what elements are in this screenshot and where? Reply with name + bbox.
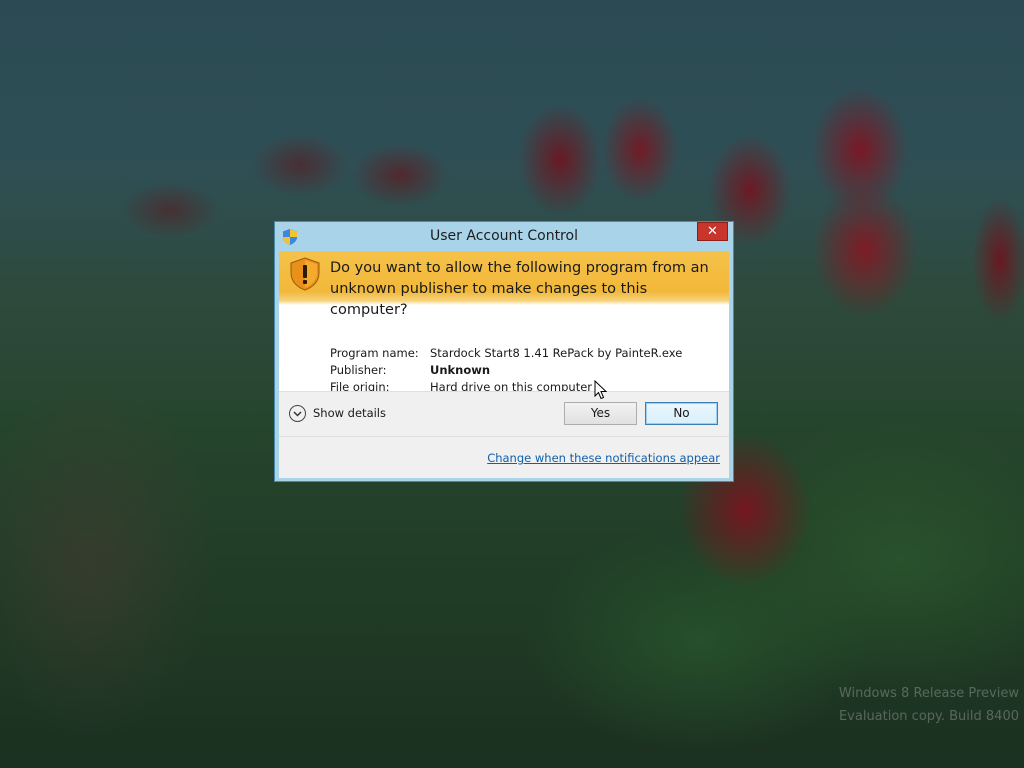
dialog-question: Do you want to allow the following progr… [330,260,709,318]
warning-banner: Do you want to allow the following progr… [279,251,729,318]
program-name-value: Stardock Start8 1.41 RePack by PainteR.e… [430,346,683,360]
dialog-title: User Account Control [430,228,578,244]
program-name-label: Program name: [330,346,419,360]
publisher-label: Publisher: [330,363,387,377]
chevron-down-icon [289,405,306,422]
dialog-body: Do you want to allow the following progr… [279,251,729,478]
mouse-cursor-icon [594,380,608,400]
change-notifications-link[interactable]: Change when these notifications appear [487,451,720,465]
dialog-footer: Show details Yes No Change when these no… [279,391,729,478]
warning-shield-icon [290,257,320,291]
show-details-label: Show details [313,406,386,420]
dialog-titlebar[interactable]: User Account Control ✕ [275,222,733,251]
uac-dialog: User Account Control ✕ Do you want to al… [274,221,734,482]
no-button[interactable]: No [645,402,718,425]
watermark-line-2: Evaluation copy. Build 8400 [838,709,1019,724]
close-icon: ✕ [707,224,718,239]
yes-button[interactable]: Yes [564,402,637,425]
watermark-line-1: Windows 8 Release Preview [838,686,1019,701]
publisher-value: Unknown [430,363,491,377]
footer-divider [279,436,729,437]
close-button[interactable]: ✕ [697,222,728,241]
desktop-background: Windows 8 Release Preview Evaluation cop… [0,0,1024,768]
